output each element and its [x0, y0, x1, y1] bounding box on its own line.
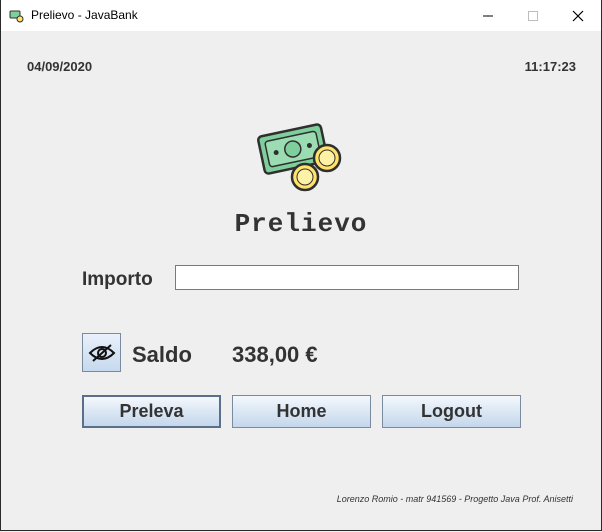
- app-window: Prelievo - JavaBank 04/09/2020 11:17:23 …: [0, 0, 602, 531]
- logout-button[interactable]: Logout: [382, 395, 521, 428]
- eye-slash-icon: [88, 343, 115, 362]
- page-title: Prelievo: [234, 209, 368, 239]
- saldo-value: 338,00 €: [232, 342, 318, 367]
- close-icon: [572, 10, 584, 21]
- money-icon: [257, 123, 342, 192]
- credits-text: Lorenzo Romio - matr 941569 - Progetto J…: [336, 494, 573, 504]
- saldo-label: Saldo: [132, 342, 192, 367]
- current-date: 04/09/2020: [27, 59, 93, 74]
- toggle-saldo-button[interactable]: [82, 333, 121, 372]
- minimize-icon: [483, 15, 493, 16]
- minimize-button[interactable]: [465, 0, 511, 31]
- maximize-button[interactable]: [510, 0, 556, 31]
- importo-input[interactable]: [175, 265, 519, 290]
- title-bar[interactable]: Prelievo - JavaBank: [1, 0, 601, 31]
- window-title: Prelievo - JavaBank: [31, 8, 138, 22]
- home-button[interactable]: Home: [232, 395, 371, 428]
- importo-label: Importo: [82, 269, 153, 290]
- preleva-button[interactable]: Preleva: [82, 395, 221, 428]
- current-time: 11:17:23: [524, 59, 576, 74]
- maximize-icon: [528, 10, 538, 21]
- close-button[interactable]: [555, 0, 601, 31]
- app-icon: [9, 10, 24, 23]
